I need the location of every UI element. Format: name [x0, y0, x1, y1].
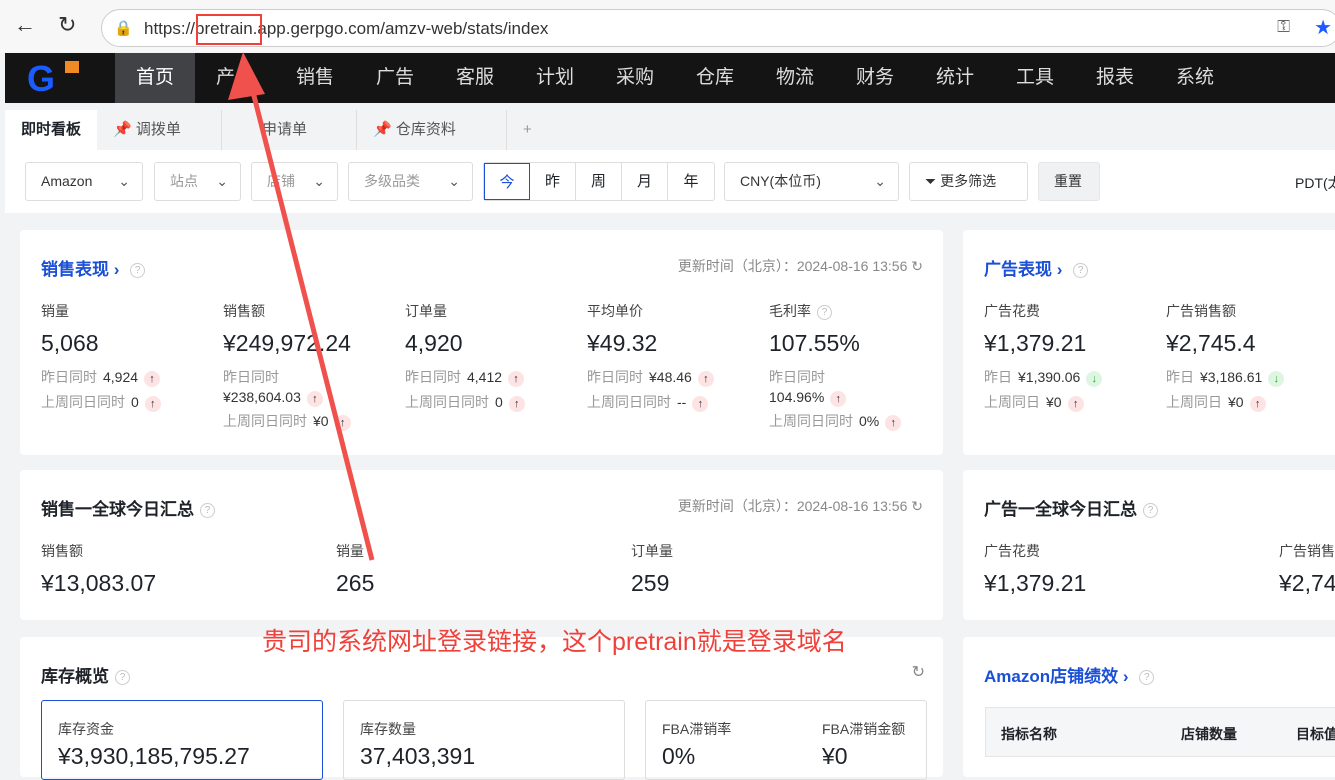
annotation-text: 贵司的系统网址登录链接，这个pretrain就是登录域名	[262, 628, 847, 656]
